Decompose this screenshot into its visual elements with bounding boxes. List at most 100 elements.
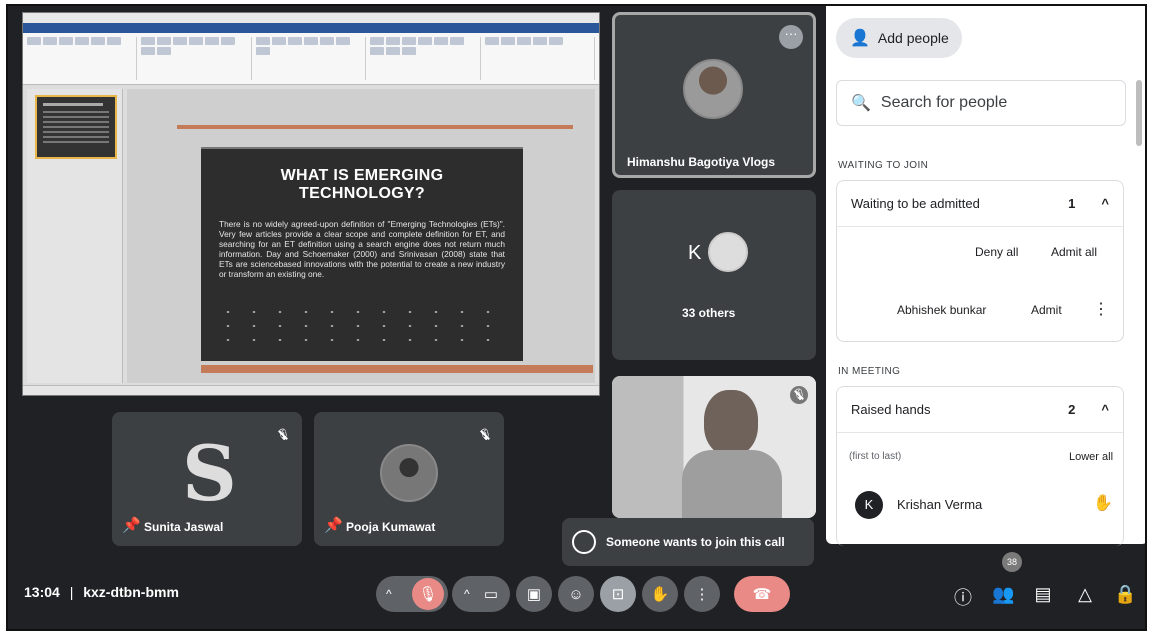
chevron-up-icon[interactable]: ^ [1101, 402, 1109, 417]
more-options-button[interactable]: ⋮ [684, 576, 720, 612]
waiting-title: Waiting to be admitted [851, 196, 980, 211]
others-initial: K [688, 242, 702, 264]
present-icon: ⊡ [611, 586, 625, 603]
deny-all-button[interactable]: Deny all [975, 245, 1018, 259]
captions-icon: ▣ [526, 586, 542, 603]
waiting-person-name: Abhishek bunkar [897, 303, 987, 317]
participant-name: Himanshu Bagotiya Vlogs [627, 155, 776, 169]
participant-name: Pooja Kumawat [346, 520, 436, 534]
participant-name: Sunita Jaswal [144, 520, 224, 534]
people-count-badge: 38 [1002, 552, 1022, 572]
host-controls-icon[interactable]: 🔒 [1114, 584, 1136, 605]
pin-icon[interactable]: 📌 [122, 516, 141, 534]
ppt-menu-bar [23, 23, 599, 33]
more-options-icon[interactable]: ··· [779, 25, 803, 49]
search-placeholder: Search for people [880, 94, 1008, 111]
raised-count: 2 [1068, 402, 1076, 417]
waiting-section-label: WAITING TO JOIN [838, 160, 929, 171]
hand-icon[interactable]: ✋ [1093, 493, 1113, 513]
search-people-input[interactable]: 🔍 Search for people [836, 80, 1126, 126]
mic-off-icon: 🎙 [790, 386, 808, 404]
more-options-icon[interactable]: ⋮ [1093, 299, 1109, 319]
order-label: (first to last) [849, 451, 902, 462]
raised-actions: (first to last) Lower all [837, 433, 1123, 477]
chevron-up-icon[interactable]: ^ [464, 587, 470, 601]
raised-hands-box: Raised hands 2 ^ (first to last) Lower a… [836, 386, 1124, 546]
video-icon[interactable]: ▭ [484, 585, 498, 603]
camera-control[interactable]: ^ ▭ [452, 576, 510, 612]
participant-tile-himanshu[interactable]: ··· Himanshu Bagotiya Vlogs [612, 12, 816, 178]
join-request-toast[interactable]: Someone wants to join this call [562, 518, 814, 566]
loading-icon [572, 530, 596, 554]
ppt-ribbon [23, 33, 599, 85]
raised-hands-header[interactable]: Raised hands 2 ^ [837, 387, 1123, 433]
search-icon: 🔍 [851, 95, 871, 112]
chat-icon[interactable]: ▤ [1032, 584, 1054, 605]
avatar: S [182, 429, 237, 518]
meet-window: WHAT IS EMERGING TECHNOLOGY? There is no… [6, 4, 1147, 631]
add-people-button[interactable]: 👤 Add people [836, 18, 962, 58]
more-icon: ⋮ [694, 586, 710, 603]
toast-text: Someone wants to join this call [606, 535, 785, 549]
chevron-up-icon[interactable]: ^ [386, 587, 392, 601]
participant-tile-sunita[interactable]: 🎙 S 📌 Sunita Jaswal [112, 412, 302, 546]
video-person [704, 390, 758, 456]
slide-dots [215, 305, 509, 345]
video-person-body [682, 450, 782, 518]
slide-accent-bar [177, 125, 573, 129]
shared-screen: WHAT IS EMERGING TECHNOLOGY? There is no… [22, 12, 600, 396]
avatar [708, 232, 748, 272]
mic-control[interactable]: ^ 🎙 [376, 576, 448, 612]
waiting-count: 1 [1068, 196, 1076, 211]
add-person-icon: 👤 [850, 30, 870, 47]
raise-hand-button[interactable]: ✋ [642, 576, 678, 612]
mic-off-icon[interactable]: 🎙 [412, 578, 444, 610]
slide-body: There is no widely agreed-upon definitio… [219, 219, 505, 279]
ppt-titlebar [23, 13, 599, 23]
admit-button[interactable]: Admit [1031, 303, 1062, 317]
in-meeting-section-label: IN MEETING [838, 366, 901, 377]
raised-person-row: K Krishan Verma ✋ [837, 477, 1123, 529]
separator: | [69, 584, 74, 600]
avatar [380, 444, 438, 502]
chevron-up-icon[interactable]: ^ [1101, 196, 1109, 211]
slide-thumbnails [27, 89, 123, 383]
participant-video-tile[interactable]: 🎙 [612, 376, 816, 518]
avatar [683, 59, 743, 119]
avatar: K [855, 491, 883, 519]
emoji-button[interactable]: ☺ [558, 576, 594, 612]
activities-icon[interactable]: △ [1074, 584, 1096, 605]
raised-title: Raised hands [851, 402, 931, 417]
meeting-code: kxz-dtbn-bmm [83, 584, 179, 600]
waiting-person-row: Abhishek bunkar Admit ⋮ [837, 279, 1123, 331]
info-icon[interactable]: ⓘ [952, 584, 974, 610]
people-panel: 👤 Add people 🔍 Search for people WAITING… [826, 6, 1145, 546]
raised-person-name: Krishan Verma [897, 497, 983, 512]
pin-icon[interactable]: 📌 [324, 516, 343, 534]
captions-button[interactable]: ▣ [516, 576, 552, 612]
hand-icon: ✋ [650, 586, 670, 603]
slide: WHAT IS EMERGING TECHNOLOGY? There is no… [201, 147, 523, 361]
waiting-header[interactable]: Waiting to be admitted 1 ^ [837, 181, 1123, 227]
slide-thumbnail [35, 95, 117, 159]
scrollbar[interactable] [1136, 80, 1142, 146]
end-call-icon: ☎ [752, 586, 772, 603]
participant-tile-pooja[interactable]: 🎙 📌 Pooja Kumawat [314, 412, 504, 546]
slide-title: WHAT IS EMERGING TECHNOLOGY? [280, 167, 444, 202]
slide-bottom-bar [201, 365, 593, 373]
waiting-box: Waiting to be admitted 1 ^ Deny all Admi… [836, 180, 1124, 342]
add-people-label: Add people [877, 30, 949, 46]
meeting-info: 13:04 | kxz-dtbn-bmm [24, 584, 179, 600]
emoji-icon: ☺ [568, 585, 584, 603]
participant-tile-others[interactable]: K 33 others [612, 190, 816, 360]
lower-all-button[interactable]: Lower all [1069, 451, 1113, 463]
present-button[interactable]: ⊡ [600, 576, 636, 612]
end-call-button[interactable]: ☎ [734, 576, 790, 612]
admit-all-button[interactable]: Admit all [1051, 245, 1097, 259]
ppt-workspace: WHAT IS EMERGING TECHNOLOGY? There is no… [23, 85, 599, 387]
meeting-time: 13:04 [24, 584, 60, 600]
ppt-status-bar [23, 385, 599, 395]
others-label: 33 others [682, 306, 736, 320]
people-icon[interactable]: 👥 [992, 584, 1014, 605]
slide-stage: WHAT IS EMERGING TECHNOLOGY? There is no… [127, 89, 595, 383]
